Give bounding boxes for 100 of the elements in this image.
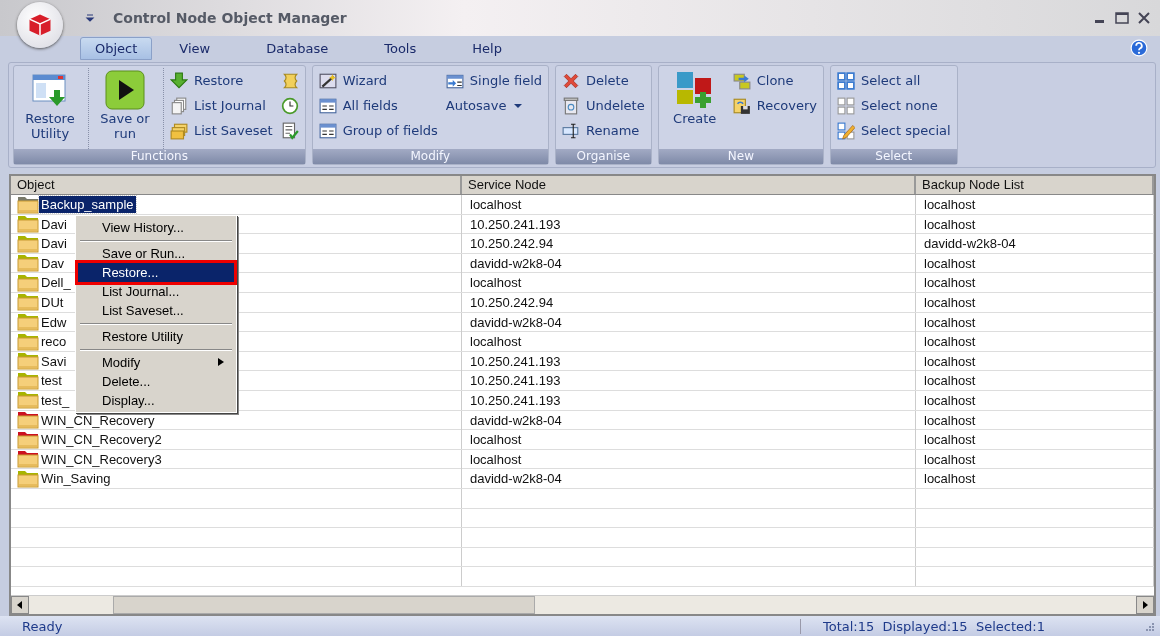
menu-tab[interactable]: Tools (369, 37, 432, 60)
table-cell: localhost (916, 292, 1154, 312)
table-cell: 10.250.241.193 (462, 214, 916, 234)
object-name[interactable]: Win_Saving (39, 470, 113, 488)
form-icon (318, 96, 337, 115)
object-name[interactable]: test_ (39, 391, 72, 409)
table-cell: localhost (916, 214, 1154, 234)
ribbon-button[interactable]: Create (664, 68, 725, 126)
bin-icon (562, 96, 580, 115)
table-cell: localhost (916, 273, 1154, 293)
object-name[interactable]: Savi (39, 352, 69, 370)
folder-icon (17, 332, 39, 351)
ribbon-button[interactable]: List Journal (170, 93, 273, 118)
table-cell: localhost (916, 253, 1154, 273)
column-header[interactable]: Backup Node List (916, 176, 1154, 194)
app-menu-button[interactable] (17, 2, 63, 48)
menu-item[interactable]: Modify (78, 352, 234, 372)
object-name[interactable]: WIN_CN_Recovery (39, 411, 157, 429)
object-name[interactable]: Dav (39, 254, 67, 272)
text-cursor-icon (562, 121, 580, 140)
folder-icon (17, 371, 39, 390)
grid-pencil-icon (837, 121, 855, 140)
folder-icon (17, 195, 39, 214)
dropdown-button[interactable]: Autosave (445, 93, 542, 118)
table-cell: localhost (916, 332, 1154, 352)
object-name[interactable]: Edw (39, 313, 69, 331)
object-name[interactable]: Dell_ (39, 274, 73, 292)
table-cell: davidd-w2k8-04 (462, 469, 916, 489)
form-icon (318, 121, 337, 140)
folders-icon (170, 121, 188, 140)
resize-grip-icon[interactable] (1144, 621, 1154, 631)
folder-icon (17, 391, 39, 410)
menu-tab[interactable]: View (164, 37, 226, 60)
ribbon-button[interactable]: Recovery (732, 93, 817, 118)
table-cell: 10.250.242.94 (462, 292, 916, 312)
menu-item[interactable]: Restore... (78, 262, 234, 282)
object-name[interactable]: Backup_sample (39, 196, 136, 213)
ribbon-button[interactable]: Save or run (95, 68, 155, 141)
cross-icon (562, 71, 580, 90)
table-cell: localhost (462, 430, 916, 450)
grid-icon (837, 71, 855, 90)
table-cell: davidd-w2k8-04 (462, 312, 916, 332)
column-header[interactable]: Service Node (462, 176, 916, 194)
table-cell: localhost (916, 195, 1154, 214)
menu-item[interactable]: Display... (78, 390, 234, 410)
dropdown-icon[interactable] (85, 13, 95, 23)
grid-icon (837, 96, 855, 115)
folder-icon (17, 254, 39, 273)
table-cell: localhost (916, 469, 1154, 489)
menu-item[interactable]: Save or Run... (78, 243, 234, 263)
ribbon-button[interactable]: List Saveset (170, 118, 273, 143)
ribbon-button[interactable]: Delete (562, 68, 645, 93)
ribbon-button[interactable]: Wizard (318, 68, 438, 93)
close-icon[interactable] (1136, 10, 1152, 26)
ribbon-button[interactable]: Restore Utility (20, 68, 80, 141)
table-cell: localhost (462, 332, 916, 352)
ribbon-button[interactable]: Select all (837, 68, 951, 93)
help-icon[interactable] (1130, 39, 1148, 57)
ribbon-button[interactable]: Group of fields (318, 118, 438, 143)
menu-item[interactable]: List Saveset... (78, 300, 234, 320)
table-cell: 10.250.241.193 (462, 371, 916, 391)
menu-tab[interactable]: Object (80, 37, 153, 60)
object-name[interactable]: Davi (39, 235, 69, 253)
menu-tab[interactable]: Database (251, 37, 344, 60)
folder-icon (17, 313, 39, 332)
table-cell: localhost (916, 351, 1154, 371)
folder-icon (17, 273, 39, 292)
ribbon-button[interactable]: Select none (837, 93, 951, 118)
object-name[interactable]: WIN_CN_Recovery3 (39, 450, 164, 468)
table-cell: 10.250.241.193 (462, 390, 916, 410)
wand-icon (318, 71, 337, 90)
table-cell: davidd-w2k8-04 (462, 253, 916, 273)
ribbon-button[interactable]: Restore (170, 68, 273, 93)
object-name[interactable]: reco (39, 333, 69, 351)
menu-item[interactable]: List Journal... (78, 281, 234, 301)
object-name[interactable]: DUt (39, 293, 66, 311)
horizontal-scrollbar[interactable] (11, 595, 1154, 614)
ribbon-button[interactable]: Rename (562, 118, 645, 143)
ribbon-button[interactable]: Clone (732, 68, 817, 93)
menu-item[interactable]: Restore Utility (78, 326, 234, 346)
object-name[interactable]: WIN_CN_Recovery2 (39, 431, 164, 449)
ribbon-button[interactable]: Undelete (562, 93, 645, 118)
group-label: New (658, 149, 823, 164)
menu-item[interactable]: View History... (78, 217, 234, 237)
window-title: Control Node Object Manager (113, 10, 347, 26)
ribbon-button[interactable]: Select special (837, 118, 951, 143)
table-cell: localhost (462, 195, 916, 214)
folder-disk-icon (732, 96, 751, 115)
object-name[interactable]: Davi (39, 215, 69, 233)
ribbon-button[interactable]: All fields (318, 93, 438, 118)
caret-icon (514, 101, 523, 110)
menu-item[interactable]: Delete... (78, 371, 234, 391)
table-cell: davidd-w2k8-04 (916, 234, 1154, 254)
checklist-icon (280, 121, 299, 140)
object-name[interactable]: test (39, 372, 64, 390)
maximize-icon[interactable] (1114, 10, 1130, 26)
folder-icon (17, 430, 39, 449)
ribbon-button[interactable]: Single field (445, 68, 542, 93)
folder-icon (17, 469, 39, 488)
menu-tab[interactable]: Help (457, 37, 517, 60)
